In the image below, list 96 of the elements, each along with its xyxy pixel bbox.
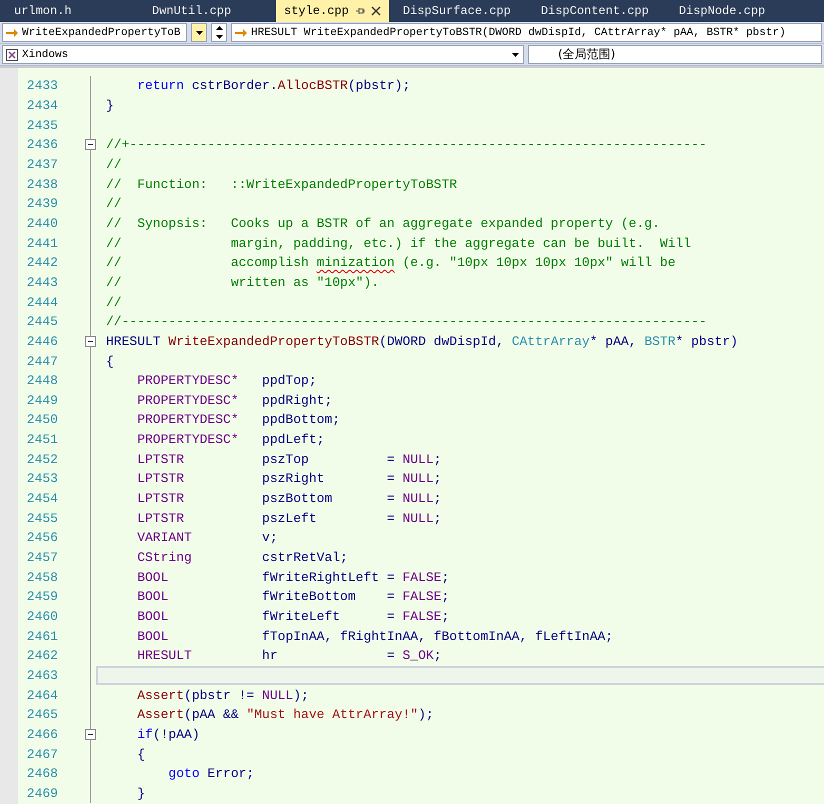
line-number: 2469 xyxy=(26,786,58,801)
line-number: 2434 xyxy=(26,98,58,113)
project-icon xyxy=(6,48,18,60)
code-line: // Synopsis: Cooks up a BSTR of an aggregate expanded property (e.g. xyxy=(105,214,661,233)
function-dropdown[interactable]: WriteExpandedPropertyToB xyxy=(2,23,187,42)
line-number: 2446 xyxy=(26,334,58,349)
line-number: 2443 xyxy=(26,274,58,290)
code-line: // xyxy=(105,195,123,214)
line-number: 2439 xyxy=(26,196,58,212)
code-line: VARIANT v; xyxy=(136,529,279,548)
line-number: 2456 xyxy=(26,530,58,546)
line-number: 2449 xyxy=(26,392,58,408)
line-number: 2465 xyxy=(26,707,58,722)
file-tab[interactable]: style.cpp xyxy=(276,0,389,22)
code-line: PROPERTYDESC* ppdBottom; xyxy=(136,411,342,430)
code-line: { xyxy=(136,746,146,764)
dropdown-button[interactable] xyxy=(191,23,207,42)
line-number: 2455 xyxy=(26,510,58,526)
scope-dropdown[interactable]: (全局范围) xyxy=(528,45,822,64)
code-line: goto Error; xyxy=(167,765,256,784)
line-number: 2464 xyxy=(26,688,58,703)
file-tab[interactable]: DispContent.cpp xyxy=(526,0,665,22)
code-line: PROPERTYDESC* ppdTop; xyxy=(136,372,318,390)
code-line: { xyxy=(105,352,115,371)
code-line: Assert(pAA && "Must have AttrArray!"); xyxy=(136,706,435,724)
collapse-icon[interactable] xyxy=(85,138,96,150)
code-line: // xyxy=(105,294,123,312)
code-line: BOOL fWriteBottom = FALSE; xyxy=(136,588,450,606)
line-number: 2447 xyxy=(26,354,58,369)
code-line: LPTSTR pszRight = NULL; xyxy=(136,470,442,488)
arrow-icon xyxy=(235,28,247,38)
code-line: // accomplish minization (e.g. "10px 10px 10px 10px" will be xyxy=(105,254,677,272)
code-line: Assert(pbstr != NULL); xyxy=(136,686,310,705)
caret-icon xyxy=(512,52,519,56)
line-number: 2452 xyxy=(26,452,58,467)
file-tab[interactable]: DispNode.cpp xyxy=(664,0,803,22)
code-line: BOOL fWriteLeft = FALSE; xyxy=(136,608,450,626)
line-number: 2450 xyxy=(26,412,58,428)
line-number: 2438 xyxy=(26,176,58,192)
line-number: 2440 xyxy=(26,216,58,231)
code-line: LPTSTR pszTop = NULL; xyxy=(136,450,442,469)
line-number: 2460 xyxy=(26,609,58,624)
code-line: } xyxy=(105,96,115,115)
code-line: // margin, padding, etc.) if the aggregate can be built. Will xyxy=(105,234,692,253)
line-number: 2462 xyxy=(26,648,58,664)
line-number: 2435 xyxy=(26,118,58,133)
line-number: 2451 xyxy=(26,432,58,448)
code-line: //--------------------------------------------------------------------------- xyxy=(105,313,708,332)
code-line: if(!pAA) xyxy=(136,726,201,744)
collapse-icon[interactable] xyxy=(85,336,96,347)
code-line: LPTSTR pszLeft = NULL; xyxy=(136,510,442,528)
line-number: 2468 xyxy=(26,766,58,782)
code-line: return cstrBorder.AllocBSTR(pbstr); xyxy=(136,77,412,96)
code-line: // Function: ::WriteExpandedPropertyToBSTR xyxy=(105,176,458,194)
code-line: //+-------------------------------------------------------------------------- xyxy=(105,136,708,154)
line-number: 2437 xyxy=(26,156,58,172)
collapse-icon[interactable] xyxy=(85,728,96,740)
code-line: LPTSTR pszBottom = NULL; xyxy=(136,490,442,508)
code-line: // written as "10px"). xyxy=(105,274,380,292)
code-line: // xyxy=(105,156,123,174)
line-number: 2454 xyxy=(26,491,58,506)
file-tab[interactable]: DispSurface.cpp xyxy=(388,0,527,22)
file-tab[interactable]: DwnUtil.cpp xyxy=(138,0,276,22)
line-number: 2433 xyxy=(26,78,58,94)
code-line: BOOL fTopInAA, fRightInAA, fBottomInAA, fLeftInAA; xyxy=(136,628,614,646)
code-line: HRESULT WriteExpandedPropertyToBSTR(DWORD dwDispId, CAttrArray* pAA, BSTR* pbstr) xyxy=(105,332,739,351)
down-caret-icon xyxy=(216,34,222,39)
pin-icon[interactable] xyxy=(354,6,365,16)
caret-icon xyxy=(196,30,202,34)
line-number: 2436 xyxy=(26,137,58,152)
code-line: HRESULT hr = S_OK; xyxy=(136,647,442,666)
line-number: 2467 xyxy=(26,746,58,762)
signature-dropdown[interactable]: HRESULT WriteExpandedPropertyToBSTR(DWORD dwDispId, CAttrArray* pAA, BSTR* pbstr) xyxy=(231,23,822,42)
code-line: } xyxy=(136,784,146,803)
file-tab[interactable]: urlmon.h xyxy=(0,0,138,22)
line-number: 2461 xyxy=(26,628,58,644)
line-number: 2448 xyxy=(26,373,58,388)
code-line: CString cstrRetVal; xyxy=(136,549,349,568)
code-line: BOOL fWriteRightLeft = FALSE; xyxy=(136,568,450,587)
spin-button[interactable] xyxy=(211,23,227,42)
line-number: 2444 xyxy=(26,294,58,310)
line-number: 2459 xyxy=(26,589,58,604)
code-line: PROPERTYDESC* ppdRight; xyxy=(136,392,334,410)
line-number: 2442 xyxy=(26,255,58,270)
close-icon[interactable] xyxy=(370,6,381,16)
line-number: 2463 xyxy=(26,668,58,684)
line-number: 2445 xyxy=(26,314,58,330)
arrow-icon xyxy=(6,28,18,38)
project-dropdown[interactable]: Xindows xyxy=(2,45,524,64)
line-number: 2458 xyxy=(26,570,58,585)
line-number: 2466 xyxy=(26,726,58,742)
up-caret-icon xyxy=(216,26,222,30)
line-number: 2441 xyxy=(26,236,58,251)
code-line: PROPERTYDESC* ppdLeft; xyxy=(136,431,326,450)
line-number: 2453 xyxy=(26,471,58,486)
line-number: 2457 xyxy=(26,550,58,566)
